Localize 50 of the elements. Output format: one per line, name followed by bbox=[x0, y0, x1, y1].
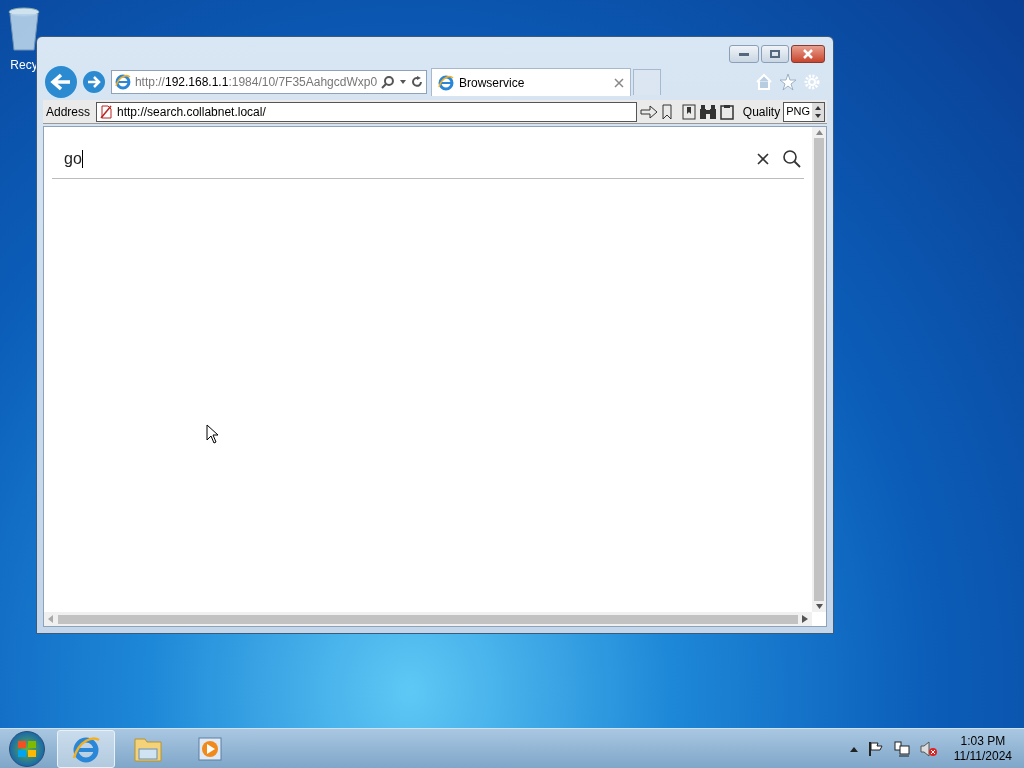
quality-label: Quality bbox=[742, 103, 781, 121]
media-player-icon bbox=[197, 735, 223, 762]
refresh-icon[interactable] bbox=[411, 76, 423, 88]
mouse-cursor-icon bbox=[206, 424, 220, 444]
clear-icon[interactable] bbox=[756, 151, 770, 166]
address-field[interactable]: http://search.collabnet.local/ bbox=[96, 101, 637, 122]
speaker-muted-icon[interactable] bbox=[919, 740, 938, 757]
clock-date[interactable]: 11/11/2024 bbox=[953, 748, 1012, 764]
windows-logo-icon bbox=[17, 739, 37, 758]
network-icon[interactable] bbox=[893, 740, 910, 757]
star-icon[interactable] bbox=[779, 73, 797, 91]
vertical-scrollbar[interactable] bbox=[812, 127, 826, 612]
start-button[interactable] bbox=[9, 730, 45, 767]
search-icon[interactable] bbox=[782, 148, 802, 169]
taskbar-button[interactable] bbox=[57, 729, 115, 768]
close-icon bbox=[802, 49, 814, 59]
quality-spinbox[interactable]: PNG bbox=[783, 101, 825, 122]
maximize-button[interactable] bbox=[761, 45, 789, 63]
scroll-right-icon[interactable] bbox=[802, 615, 808, 623]
close-button[interactable] bbox=[791, 45, 825, 63]
show-hidden-icons-icon[interactable] bbox=[849, 745, 858, 752]
close-tab-icon[interactable] bbox=[614, 77, 624, 88]
browser-logo-icon bbox=[115, 74, 131, 90]
scrollbar-thumb[interactable] bbox=[814, 138, 824, 601]
clock-time[interactable]: 1:03 PM bbox=[960, 733, 1006, 749]
bookmark-page-icon[interactable] bbox=[681, 103, 696, 120]
page-icon bbox=[100, 104, 113, 119]
binoculars-icon[interactable] bbox=[698, 103, 717, 120]
spinner-arrows-icon[interactable] bbox=[812, 102, 824, 121]
caret-icon[interactable] bbox=[399, 79, 408, 85]
clipboard-icon[interactable] bbox=[719, 103, 734, 120]
scroll-up-icon[interactable] bbox=[815, 130, 823, 135]
url-bar[interactable]: http://192.168.1.1:1984/10/7F35AahgcdWxp0 bbox=[111, 70, 427, 94]
browser-logo-icon bbox=[438, 74, 454, 91]
url-text: http://192.168.1.1:1984/10/7F35AahgcdWxp0 bbox=[134, 74, 378, 91]
horizontal-scrollbar[interactable] bbox=[44, 612, 812, 626]
scroll-down-icon[interactable] bbox=[815, 604, 823, 609]
minimize-button[interactable] bbox=[729, 45, 759, 63]
back-arrow-icon bbox=[50, 73, 72, 91]
forward-arrow-icon bbox=[87, 76, 101, 88]
browser-tab[interactable]: Browservice bbox=[431, 68, 631, 96]
scrollbar-thumb[interactable] bbox=[58, 614, 798, 624]
flag-icon[interactable] bbox=[867, 740, 884, 757]
go-arrow-icon[interactable] bbox=[639, 104, 658, 119]
forward-button[interactable] bbox=[81, 69, 107, 95]
address-label: Address bbox=[45, 103, 92, 121]
search-field[interactable]: go bbox=[52, 139, 804, 179]
recycle-bin-icon[interactable] bbox=[6, 6, 42, 52]
search-icon[interactable] bbox=[381, 75, 396, 89]
bookmark-icon[interactable] bbox=[660, 103, 673, 120]
